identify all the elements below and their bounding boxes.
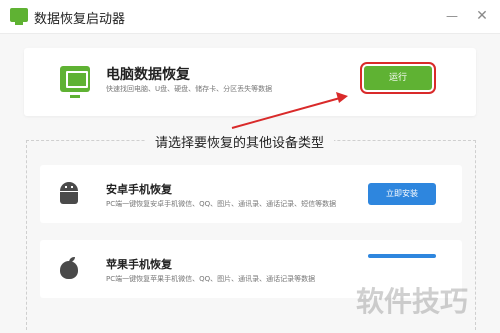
monitor-icon: [60, 66, 90, 98]
install-now-button[interactable]: 立即安装: [368, 183, 436, 205]
window-title: 数据恢复启动器: [34, 12, 126, 27]
pc-recovery-card: 电脑数据恢复 快速找回电脑、U盘、硬盘、储存卡、分区丢失等数据 运行: [24, 48, 476, 116]
apple-recovery-description: PC端一键恢复苹果手机微信、QQ、图片、通讯录、通话记录等数据: [106, 275, 316, 283]
minimize-icon[interactable]: —: [444, 8, 460, 24]
apple-recovery-title: 苹果手机恢复: [106, 258, 172, 271]
android-icon: [60, 182, 78, 206]
pc-recovery-description: 快速找回电脑、U盘、硬盘、储存卡、分区丢失等数据: [106, 85, 273, 93]
close-icon[interactable]: ✕: [474, 8, 490, 24]
run-button[interactable]: 运行: [360, 62, 436, 94]
app-monitor-icon: [10, 8, 28, 25]
watermark: 软件技巧: [356, 285, 469, 318]
apple-icon: [60, 257, 78, 279]
title-bar: 数据恢复启动器 — ✕: [0, 0, 500, 34]
pc-recovery-title: 电脑数据恢复: [106, 67, 190, 83]
android-recovery-description: PC端一键恢复安卓手机微信、QQ、图片、通讯录、通话记录、短信等数据: [106, 200, 337, 208]
android-recovery-title: 安卓手机恢复: [106, 183, 172, 196]
android-recovery-card: 安卓手机恢复 PC端一键恢复安卓手机微信、QQ、图片、通讯录、通话记录、短信等数…: [40, 165, 462, 223]
section-title: 请选择要恢复的其他设备类型: [145, 132, 335, 151]
apple-install-button[interactable]: [368, 254, 436, 258]
